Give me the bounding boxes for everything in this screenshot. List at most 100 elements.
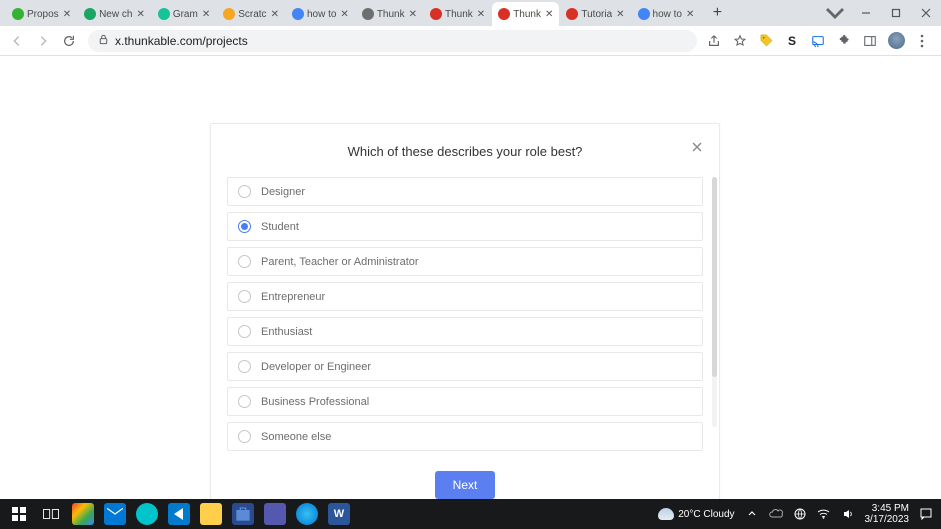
share-icon[interactable] — [705, 32, 723, 50]
window-minimize-button[interactable] — [851, 1, 881, 25]
taskbar-app-edge[interactable] — [294, 501, 320, 527]
role-option[interactable]: Entrepreneur — [227, 282, 703, 311]
address-bar[interactable]: x.thunkable.com/projects — [88, 30, 697, 52]
taskbar-app-word[interactable]: W — [326, 501, 352, 527]
nav-forward-button[interactable] — [32, 30, 54, 52]
radio-icon — [238, 430, 251, 443]
taskbar-app-store[interactable] — [230, 501, 256, 527]
taskbar-app-chrome[interactable] — [70, 501, 96, 527]
tab-close-icon[interactable]: ✕ — [271, 9, 279, 20]
role-option[interactable]: Designer — [227, 177, 703, 206]
taskbar-apps: W — [0, 501, 352, 527]
taskbar-app-teams[interactable] — [262, 501, 288, 527]
taskbar-date: 3/17/2023 — [865, 514, 910, 525]
browser-tab[interactable]: how to✕ — [632, 2, 701, 26]
notifications-icon[interactable] — [919, 507, 933, 521]
tab-label: Thunk — [445, 9, 473, 20]
tab-favicon — [223, 8, 235, 20]
browser-tab[interactable]: New ch ✕ — [78, 2, 151, 26]
wifi-icon[interactable] — [817, 507, 831, 521]
tab-overflow-button[interactable] — [823, 1, 847, 25]
page-content: Which of these describes your role best?… — [0, 56, 941, 499]
radio-icon — [238, 325, 251, 338]
browser-tab[interactable]: Tutoria ✕ — [560, 2, 630, 26]
extension-tag-icon[interactable] — [757, 32, 775, 50]
browser-menu-icon[interactable] — [913, 32, 931, 50]
window-close-button[interactable] — [911, 1, 941, 25]
taskbar-app-file-explorer[interactable] — [198, 501, 224, 527]
tab-close-icon[interactable]: ✕ — [136, 9, 144, 20]
browser-tab[interactable]: Propos✕ — [6, 2, 77, 26]
new-tab-button[interactable]: + — [707, 3, 727, 23]
tab-close-icon[interactable]: ✕ — [202, 9, 210, 20]
modal-close-button[interactable] — [691, 140, 703, 156]
browser-tab[interactable]: how to ✕ — [286, 2, 355, 26]
address-text: x.thunkable.com/projects — [115, 34, 248, 48]
side-panel-icon[interactable] — [861, 32, 879, 50]
tab-label: Gram — [173, 9, 198, 20]
role-option[interactable]: Parent, Teacher or Administrator — [227, 247, 703, 276]
browser-tab[interactable]: Gram ✕ — [152, 2, 216, 26]
nav-reload-button[interactable] — [58, 30, 80, 52]
next-button[interactable]: Next — [435, 471, 496, 499]
browser-tab[interactable]: Thunk ✕ — [424, 2, 491, 26]
tab-favicon — [498, 8, 510, 20]
onedrive-icon[interactable] — [769, 507, 783, 521]
task-view-button[interactable] — [38, 501, 64, 527]
browser-tab[interactable]: Thunk ✕ — [492, 2, 559, 26]
modal-title: Which of these describes your role best? — [231, 144, 699, 159]
weather-widget[interactable]: 20°C Cloudy — [658, 508, 734, 520]
modal-scroll-thumb[interactable] — [712, 177, 717, 377]
tab-close-icon[interactable]: ✕ — [340, 9, 348, 20]
browser-toolbar: x.thunkable.com/projects S — [0, 26, 941, 56]
tab-label: Thunk — [513, 9, 541, 20]
tab-close-icon[interactable]: ✕ — [686, 9, 694, 20]
nav-back-button[interactable] — [6, 30, 28, 52]
role-option-label: Business Professional — [261, 396, 369, 408]
tab-close-icon[interactable]: ✕ — [63, 9, 71, 20]
tab-strip: Propos✕New ch✕Gram✕Scratc✕how to✕Thunk✕T… — [0, 0, 701, 26]
windows-taskbar: W 20°C Cloudy 3:45 PM 3/17/2023 — [0, 499, 941, 529]
start-button[interactable] — [6, 501, 32, 527]
browser-tab[interactable]: Thunk✕ — [356, 2, 423, 26]
bookmark-star-icon[interactable] — [731, 32, 749, 50]
tab-favicon — [430, 8, 442, 20]
role-option[interactable]: Developer or Engineer — [227, 352, 703, 381]
tab-favicon — [638, 8, 650, 20]
tab-close-icon[interactable]: ✕ — [545, 9, 553, 20]
tab-close-icon[interactable]: ✕ — [409, 9, 417, 20]
taskbar-app-mail[interactable] — [102, 501, 128, 527]
radio-icon — [238, 185, 251, 198]
tab-favicon — [158, 8, 170, 20]
role-option-label: Student — [261, 221, 299, 233]
tab-close-icon[interactable]: ✕ — [477, 9, 485, 20]
modal-header: Which of these describes your role best? — [211, 124, 719, 177]
tab-close-icon[interactable]: ✕ — [616, 9, 624, 20]
role-option[interactable]: Business Professional — [227, 387, 703, 416]
role-option-label: Parent, Teacher or Administrator — [261, 256, 419, 268]
taskbar-app-vscode[interactable] — [166, 501, 192, 527]
language-icon[interactable] — [793, 507, 807, 521]
tab-label: how to — [307, 9, 336, 20]
role-option-label: Designer — [261, 186, 305, 198]
browser-title-bar: Propos✕New ch✕Gram✕Scratc✕how to✕Thunk✕T… — [0, 0, 941, 26]
taskbar-clock[interactable]: 3:45 PM 3/17/2023 — [865, 503, 910, 525]
extension-letter-icon[interactable]: S — [783, 32, 801, 50]
browser-tab[interactable]: Scratc✕ — [217, 2, 285, 26]
taskbar-time: 3:45 PM — [865, 503, 910, 514]
extensions-puzzle-icon[interactable] — [835, 32, 853, 50]
tab-favicon — [292, 8, 304, 20]
tab-label: Tutoria — [581, 9, 612, 20]
role-option[interactable]: Someone else — [227, 422, 703, 451]
profile-avatar[interactable] — [887, 32, 905, 50]
cast-icon[interactable] — [809, 32, 827, 50]
volume-icon[interactable] — [841, 507, 855, 521]
tab-label: New ch — [99, 9, 132, 20]
radio-icon — [238, 220, 251, 233]
role-option[interactable]: Enthusiast — [227, 317, 703, 346]
role-option[interactable]: Student — [227, 212, 703, 241]
tray-overflow-button[interactable] — [745, 507, 759, 521]
window-maximize-button[interactable] — [881, 1, 911, 25]
taskbar-app-canva[interactable] — [134, 501, 160, 527]
system-tray: 20°C Cloudy 3:45 PM 3/17/2023 — [658, 503, 941, 525]
